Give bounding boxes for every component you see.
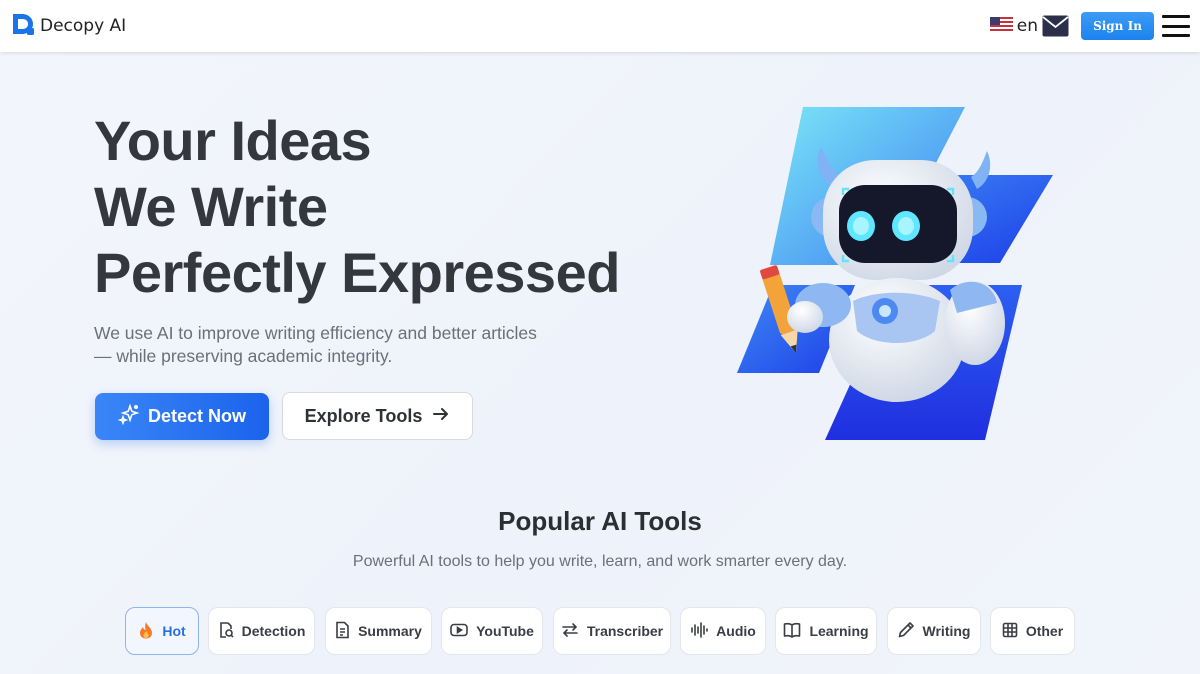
grid-icon (1002, 622, 1018, 641)
explore-tools-button[interactable]: Explore Tools (282, 392, 473, 440)
tab-label: Hot (162, 623, 186, 639)
hero-subtitle-line: We use AI to improve writing efficiency … (94, 323, 537, 343)
hero-title-line: Your Ideas (94, 109, 372, 172)
play-icon (450, 623, 468, 640)
document-search-icon (218, 621, 234, 642)
tab-transcriber[interactable]: Transcriber (553, 607, 671, 655)
tab-label: Transcriber (586, 623, 664, 639)
mail-icon[interactable] (1042, 15, 1069, 37)
tab-detection[interactable]: Detection (208, 607, 315, 655)
tab-summary[interactable]: Summary (325, 607, 432, 655)
tab-audio[interactable]: Audio (680, 607, 766, 655)
section-title: Popular AI Tools (498, 506, 702, 536)
tab-label: Writing (922, 623, 971, 639)
tab-label: Learning (809, 623, 869, 639)
tab-label: Detection (241, 623, 306, 639)
document-icon (335, 621, 350, 642)
book-icon (783, 622, 801, 641)
sign-in-button[interactable]: Sign In (1081, 12, 1154, 40)
hero-subtitle-line: — while preserving academic integrity. (94, 346, 393, 366)
hero-title: Your Ideas We Write Perfectly Expressed (94, 108, 620, 306)
tool-category-tabs: Hot Detection Summary YouTube Transcribe… (0, 607, 1200, 655)
language-code: en (1016, 16, 1038, 36)
tab-label: Other (1025, 623, 1064, 639)
us-flag-icon (989, 16, 1013, 36)
decopy-logo-icon (10, 11, 36, 42)
explore-tools-label: Explore Tools (304, 405, 423, 426)
section-subtitle: Powerful AI tools to help you write, lea… (352, 553, 848, 570)
tab-hot[interactable]: Hot (125, 607, 199, 655)
detect-now-label: Detect Now (147, 406, 246, 426)
detect-now-button[interactable]: Detect Now (95, 393, 269, 440)
swap-arrows-icon (561, 622, 579, 641)
tab-other[interactable]: Other (990, 607, 1075, 655)
flame-icon (138, 621, 154, 642)
brand-name: Decopy AI (40, 16, 127, 36)
robot-with-pencil-illustration (735, 105, 1055, 445)
pencil-icon (898, 621, 915, 641)
arrow-right-icon (432, 406, 450, 427)
tab-writing[interactable]: Writing (887, 607, 981, 655)
tab-learning[interactable]: Learning (775, 607, 877, 655)
hero-title-line: Perfectly Expressed (94, 241, 620, 304)
tab-label: Audio (716, 623, 756, 639)
sparkle-icon (117, 403, 140, 430)
brand-logo-link[interactable]: Decopy AI (10, 11, 126, 42)
audio-wave-icon (690, 621, 708, 641)
hamburger-menu-icon[interactable] (1162, 15, 1190, 37)
hero-title-line: We Write (94, 175, 328, 238)
tab-label: Summary (358, 623, 422, 639)
tab-youtube[interactable]: YouTube (441, 607, 543, 655)
tab-label: YouTube (476, 623, 534, 639)
top-nav: Decopy AI en Sign In (0, 0, 1200, 52)
hero-subtitle: We use AI to improve writing efficiency … (94, 322, 564, 368)
language-selector[interactable]: en (989, 16, 1038, 36)
